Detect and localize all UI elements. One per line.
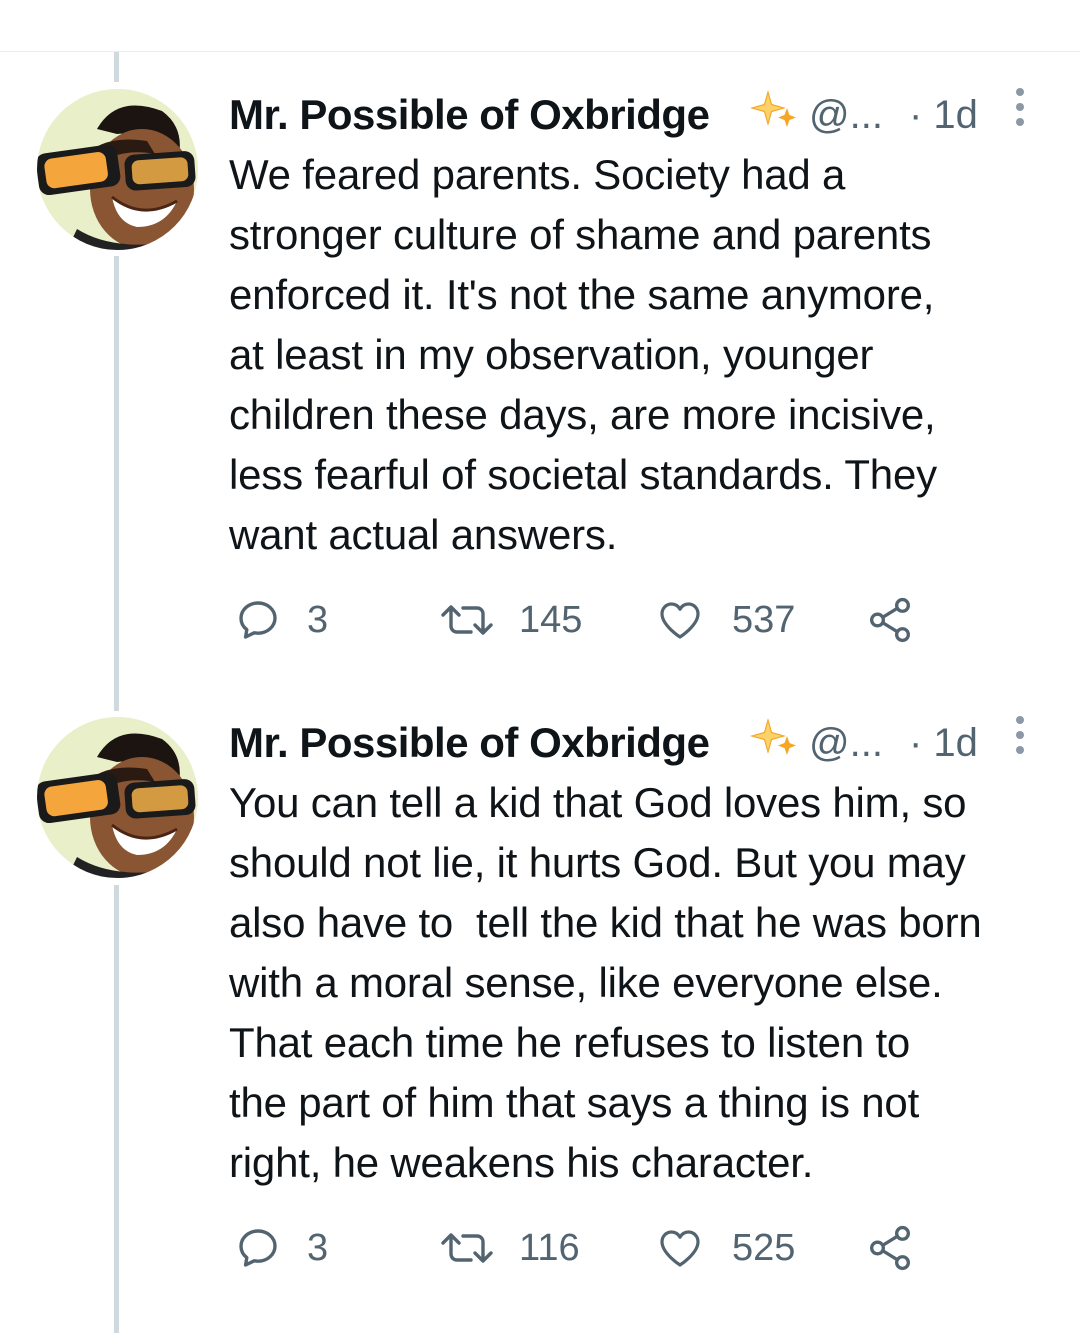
retweet-icon <box>439 1224 495 1272</box>
retweet-button[interactable]: 116 <box>439 1218 580 1278</box>
reply-icon <box>234 1224 282 1272</box>
avatar[interactable] <box>37 717 198 878</box>
retweet-count: 116 <box>519 1226 580 1269</box>
share-button[interactable] <box>865 1218 915 1278</box>
tweet-timestamp[interactable]: · 1d <box>909 90 978 140</box>
tweet-text: We feared parents. Society had a stronge… <box>229 145 1059 565</box>
tweet-text-line: stronger culture of shame and parents <box>229 211 932 258</box>
sparkle-icon <box>744 82 804 153</box>
thread-line <box>114 885 119 1333</box>
reply-count: 3 <box>307 1226 329 1269</box>
retweet-icon <box>439 596 495 644</box>
more-options-icon[interactable] <box>1010 714 1030 764</box>
tweet-text-line: That each time he refuses to listen to <box>229 1019 911 1066</box>
tweet-header: Mr. Possible of Oxbridge @... · 1d <box>229 88 1049 140</box>
tweet-text-line: also have to tell the kid that he was bo… <box>229 899 982 946</box>
more-options-icon[interactable] <box>1010 86 1030 136</box>
tweet-text-line: at least in my observation, younger <box>229 331 874 378</box>
tweet-text-line: with a moral sense, like everyone else. <box>229 959 943 1006</box>
tweet-timestamp[interactable]: · 1d <box>909 718 978 768</box>
tweet-text-line: less fearful of societal standards. They <box>229 451 937 498</box>
like-count: 537 <box>732 598 796 641</box>
reply-button[interactable]: 3 <box>234 590 328 650</box>
like-count: 525 <box>732 1226 796 1269</box>
retweet-button[interactable]: 145 <box>439 590 582 650</box>
reply-button[interactable]: 3 <box>234 1218 328 1278</box>
tweet-text-line: children these days, are more incisive, <box>229 391 936 438</box>
share-button[interactable] <box>865 590 915 650</box>
sparkle-icon <box>744 710 804 781</box>
tweet-text-line: enforced it. It's not the same anymore, <box>229 271 935 318</box>
like-button[interactable]: 537 <box>655 590 795 650</box>
reply-count: 3 <box>307 598 329 641</box>
heart-icon <box>655 596 705 644</box>
author-name[interactable]: Mr. Possible of Oxbridge <box>229 718 710 768</box>
tweet[interactable]: Mr. Possible of Oxbridge @... · 1d We fe… <box>0 0 1080 700</box>
tweet-text-line: We feared parents. Society had a <box>229 151 846 198</box>
tweet-header: Mr. Possible of Oxbridge @... · 1d <box>229 716 1049 768</box>
tweet-text-line: the part of him that says a thing is not <box>229 1079 920 1126</box>
tweet-actions: 3 116 525 <box>229 1218 949 1278</box>
heart-icon <box>655 1224 705 1272</box>
author-name[interactable]: Mr. Possible of Oxbridge <box>229 90 710 140</box>
author-handle[interactable]: @... <box>809 718 883 768</box>
reply-icon <box>234 596 282 644</box>
tweet-text-line: should not lie, it hurts God. But you ma… <box>229 839 966 886</box>
retweet-count: 145 <box>519 598 583 641</box>
author-handle[interactable]: @... <box>809 90 883 140</box>
share-icon <box>865 1223 915 1273</box>
tweet-text-line: want actual answers. <box>229 511 618 558</box>
like-button[interactable]: 525 <box>655 1218 795 1278</box>
tweet-text-line: right, he weakens his character. <box>229 1139 814 1186</box>
avatar[interactable] <box>37 89 198 250</box>
tweet-actions: 3 145 537 <box>229 590 949 650</box>
share-icon <box>865 595 915 645</box>
tweet-text: You can tell a kid that God loves him, s… <box>229 773 1059 1193</box>
tweet-text-line: You can tell a kid that God loves him, s… <box>229 779 967 826</box>
